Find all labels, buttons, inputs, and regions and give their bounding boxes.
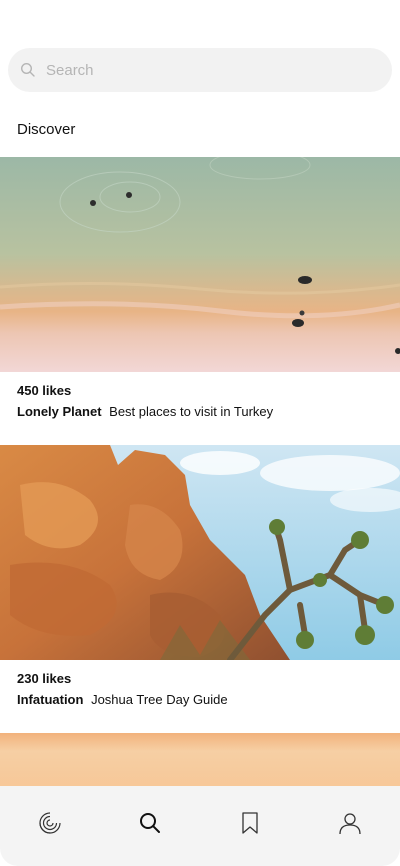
search-icon: [20, 62, 36, 78]
tab-search[interactable]: [125, 800, 175, 850]
bottom-tab-bar: [0, 786, 400, 866]
post-card[interactable]: [0, 733, 400, 793]
sunset-sky-photo[interactable]: [0, 733, 400, 793]
post-title: Best places to visit in Turkey: [109, 404, 274, 419]
desert-rocks-joshua-tree-photo[interactable]: [0, 445, 400, 660]
bookmark-icon: [240, 811, 260, 840]
post-title: Joshua Tree Day Guide: [91, 692, 228, 707]
profile-icon: [338, 811, 362, 840]
section-title: Discover: [17, 121, 76, 138]
post-card[interactable]: 230 likes Infatuation Joshua Tree Day Gu…: [0, 445, 400, 707]
search-input[interactable]: [46, 61, 346, 79]
post-card[interactable]: 450 likes Lonely Planet Best places to v…: [0, 157, 400, 419]
search-icon: [138, 811, 162, 840]
tab-bookmarks[interactable]: [225, 800, 275, 850]
discover-screen: Discover: [0, 0, 400, 866]
aerial-beach-photo[interactable]: [0, 157, 400, 372]
tab-feed[interactable]: [25, 800, 75, 850]
post-caption: Infatuation Joshua Tree Day Guide: [17, 692, 400, 707]
search-bar[interactable]: [8, 48, 392, 92]
feed-icon: [37, 810, 63, 841]
likes-count: 450 likes: [17, 383, 72, 398]
post-author[interactable]: Infatuation: [17, 692, 83, 707]
tab-profile[interactable]: [325, 800, 375, 850]
post-caption: Lonely Planet Best places to visit in Tu…: [17, 404, 400, 419]
likes-count: 230 likes: [17, 671, 72, 686]
post-author[interactable]: Lonely Planet: [17, 404, 102, 419]
